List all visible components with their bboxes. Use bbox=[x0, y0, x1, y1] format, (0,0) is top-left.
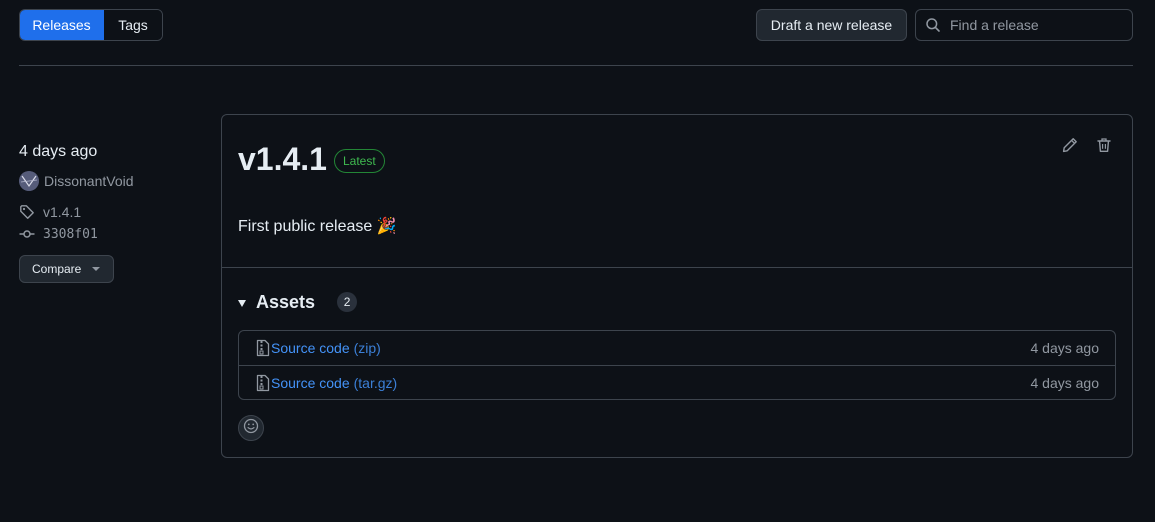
search-input[interactable] bbox=[950, 17, 1120, 33]
smiley-icon bbox=[243, 418, 259, 439]
assets-title: Assets bbox=[256, 291, 316, 312]
release-card: v1.4.1 Latest First public release 🎉 Ass… bbox=[221, 114, 1133, 458]
file-zip-icon bbox=[256, 339, 270, 357]
author-name[interactable]: DissonantVoid bbox=[44, 173, 134, 189]
release-title[interactable]: v1.4.1 bbox=[238, 141, 327, 178]
compare-label: Compare bbox=[32, 262, 82, 276]
chevron-down-icon bbox=[92, 267, 101, 271]
trash-icon[interactable] bbox=[1096, 137, 1112, 153]
release-notes: First public release 🎉 bbox=[238, 218, 397, 235]
commit-sha[interactable]: 3308f01 bbox=[43, 227, 98, 242]
release-header: v1.4.1 Latest First public release 🎉 bbox=[222, 115, 1132, 268]
header-divider bbox=[19, 65, 1133, 66]
asset-ext[interactable]: (tar.gz) bbox=[354, 375, 398, 391]
release-tag[interactable]: v1.4.1 bbox=[19, 201, 209, 223]
release-date: 4 days ago bbox=[19, 143, 98, 160]
asset-ext[interactable]: (zip) bbox=[354, 340, 381, 356]
commit-icon bbox=[19, 226, 35, 242]
search-icon bbox=[916, 10, 950, 40]
triangle-down-icon bbox=[238, 299, 246, 307]
list-item[interactable]: Source code (zip) 4 days ago bbox=[239, 331, 1115, 365]
assets-toggle[interactable]: Assets 2 bbox=[238, 290, 358, 314]
tag-icon bbox=[19, 204, 35, 220]
release-actions bbox=[1062, 137, 1112, 153]
asset-date: 4 days ago bbox=[1030, 340, 1100, 356]
tag-label[interactable]: v1.4.1 bbox=[43, 204, 81, 220]
author[interactable]: DissonantVoid bbox=[19, 170, 209, 192]
draft-new-release-button[interactable]: Draft a new release bbox=[756, 9, 907, 41]
asset-link[interactable]: Source code bbox=[271, 340, 350, 356]
compare-button[interactable]: Compare bbox=[19, 255, 114, 283]
pencil-icon[interactable] bbox=[1062, 137, 1078, 153]
tab-tags[interactable]: Tags bbox=[104, 10, 162, 40]
assets-list: Source code (zip) 4 days ago Source code… bbox=[238, 330, 1116, 400]
releases-tags-switch: Releases Tags bbox=[19, 9, 163, 41]
asset-date: 4 days ago bbox=[1030, 374, 1100, 391]
asset-link[interactable]: Source code bbox=[271, 375, 350, 391]
search-box[interactable] bbox=[915, 9, 1133, 41]
file-zip-icon bbox=[256, 374, 270, 392]
list-item[interactable]: Source code (tar.gz) 4 days ago bbox=[239, 365, 1115, 399]
release-commit[interactable]: 3308f01 bbox=[19, 223, 209, 245]
avatar[interactable] bbox=[19, 171, 39, 191]
tab-releases[interactable]: Releases bbox=[20, 10, 104, 40]
release-sidebar: 4 days ago DissonantVoid v1.4.1 3308f01 … bbox=[19, 140, 209, 283]
add-reaction-button[interactable] bbox=[238, 415, 264, 441]
top-bar: Releases Tags Draft a new release bbox=[19, 9, 1133, 41]
latest-badge: Latest bbox=[334, 149, 385, 173]
assets-count-badge: 2 bbox=[337, 292, 358, 312]
